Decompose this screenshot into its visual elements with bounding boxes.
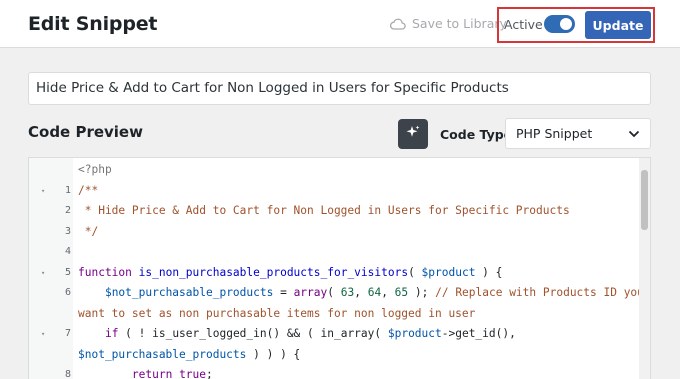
line-number: 8 <box>64 369 71 379</box>
code-line: ▾ 1 /** <box>29 181 641 202</box>
code-line: 2 * Hide Price & Add to Cart for Non Log… <box>29 201 641 222</box>
code-text: want to set as non purchasable items for… <box>78 306 476 320</box>
code-text: $not_purchasable_products ) ) ) { <box>78 347 301 361</box>
code-line: 4 <box>29 242 641 263</box>
line-number: 3 <box>64 225 71 237</box>
line-number: 5 <box>64 266 71 278</box>
code-text: */ <box>78 224 99 238</box>
line-number: 2 <box>64 205 71 216</box>
code-line: 3 */ <box>29 222 641 243</box>
code-line: 6 $not_purchasable_products = array( 63,… <box>29 283 644 304</box>
code-text: <?php <box>78 163 112 176</box>
fold-toggle-icon[interactable]: ▾ <box>41 263 49 284</box>
code-type-select[interactable]: PHP Snippet <box>505 118 651 149</box>
active-toggle[interactable] <box>544 15 575 33</box>
toggle-knob <box>560 18 572 30</box>
page-title: Edit Snippet <box>28 13 158 35</box>
line-number: 4 <box>64 246 71 257</box>
ai-assist-button[interactable] <box>398 119 428 149</box>
active-label: Active <box>504 17 543 32</box>
code-line: $not_purchasable_products ) ) ) { <box>29 345 641 366</box>
code-text: /** <box>78 183 99 197</box>
save-to-library-label: Save to Library <box>412 16 507 31</box>
save-to-library-button[interactable]: Save to Library <box>390 16 507 31</box>
code-text: function is_non_purchasable_products_for… <box>78 265 503 279</box>
scrollbar-thumb[interactable] <box>641 170 648 230</box>
top-bar: Edit Snippet Save to Library Active Upda… <box>0 0 680 48</box>
code-line: 8 return true; <box>29 365 641 379</box>
chevron-down-icon <box>628 126 640 141</box>
code-editor[interactable]: <?php ▾ 1 /** 2 * Hide Price & Add to Cart f… <box>28 157 651 379</box>
line-number: 6 <box>64 287 71 298</box>
code-preview-title: Code Preview <box>28 123 143 141</box>
code-text: $not_purchasable_products = array( 63, 6… <box>104 286 644 299</box>
code-line: <?php <box>29 160 641 181</box>
code-text: * Hide Price & Add to Cart for Non Logge… <box>78 204 570 217</box>
code-text: if ( ! is_user_logged_in() && ( in_array… <box>104 327 516 340</box>
cloud-icon <box>390 18 406 30</box>
code-type-label: Code Type <box>440 127 513 142</box>
code-text: return true; <box>131 368 213 379</box>
line-number: 1 <box>64 184 71 196</box>
code-line: want to set as non purchasable items for… <box>29 304 641 325</box>
line-number: 7 <box>64 328 71 339</box>
fold-toggle-icon[interactable]: ▾ <box>41 181 49 202</box>
code-line: ▾ 5 function is_non_purchasable_products_f… <box>29 263 641 284</box>
fold-toggle-icon[interactable]: ▾ <box>41 324 49 345</box>
code-line: ▾ 7 if ( ! is_user_logged_in() && ( in_ar… <box>29 324 641 345</box>
code-type-value: PHP Snippet <box>516 126 593 141</box>
update-button[interactable]: Update <box>585 11 651 39</box>
editor-scrollbar[interactable] <box>639 158 650 379</box>
snippet-title-input[interactable]: Hide Price & Add to Cart for Non Logged … <box>28 72 651 105</box>
sparkle-icon <box>405 124 421 145</box>
